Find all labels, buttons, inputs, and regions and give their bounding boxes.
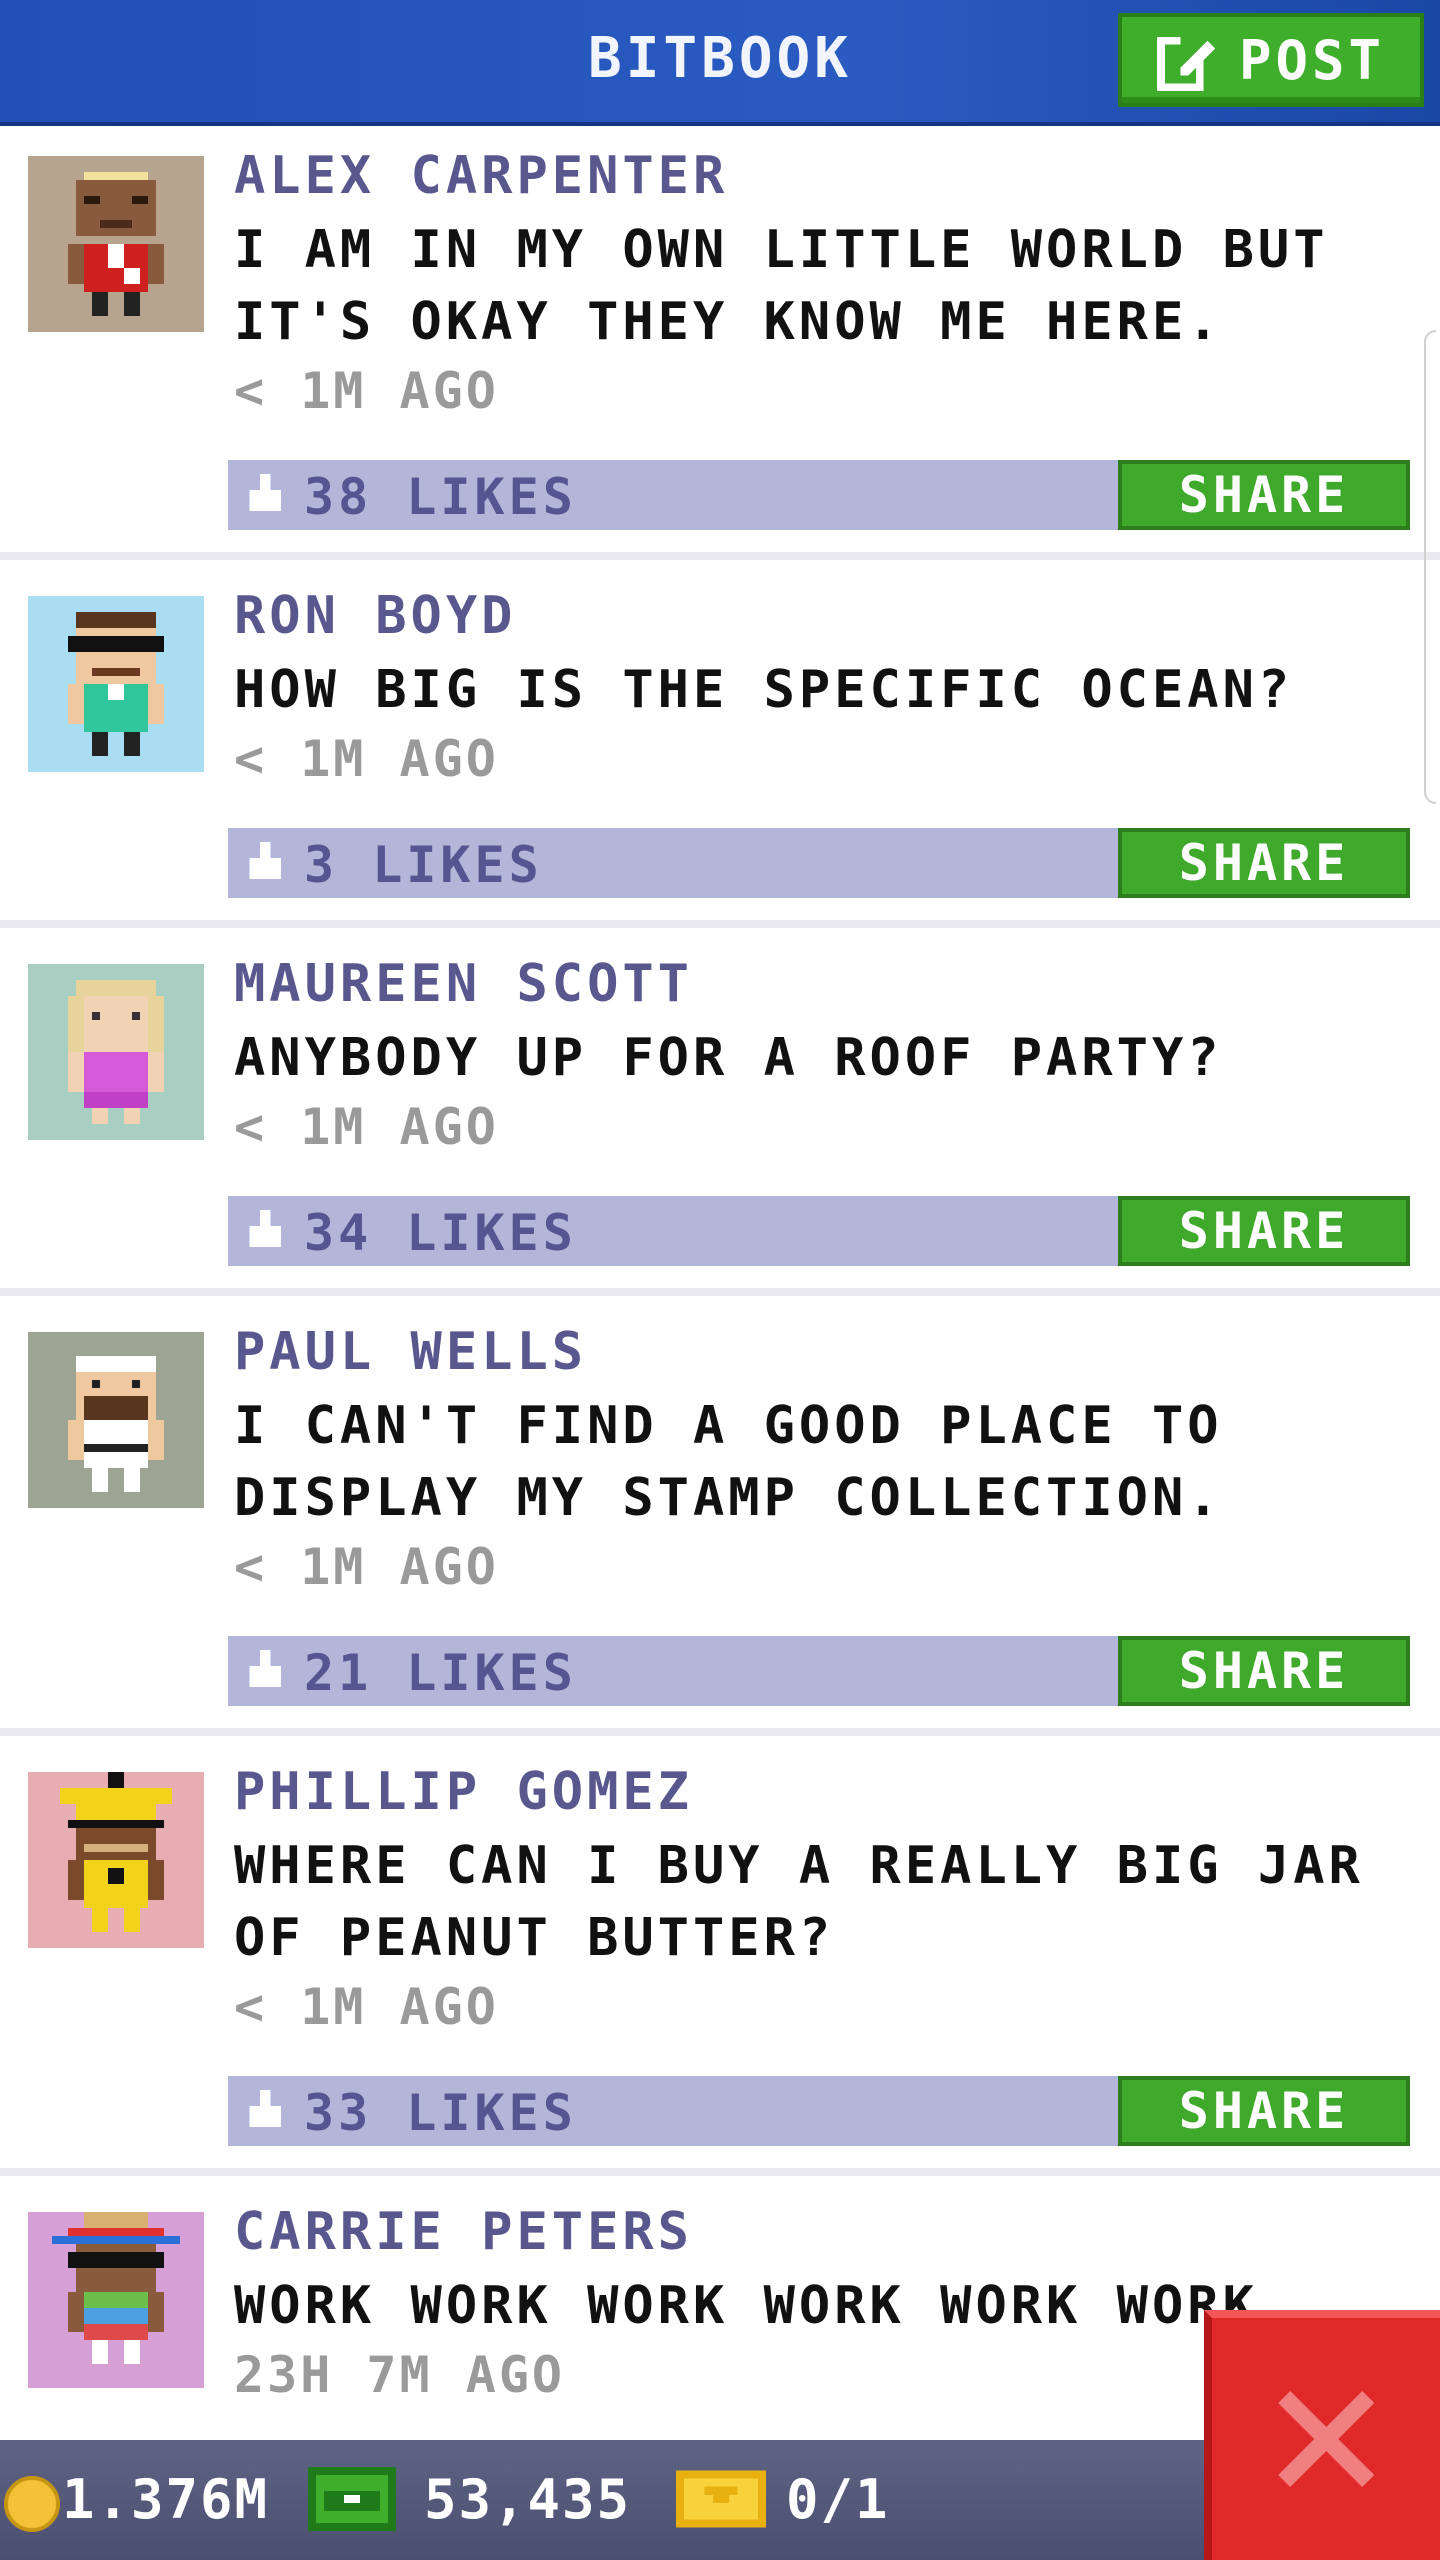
post-time: < 1M AGO (234, 362, 499, 420)
likes-count: 34 LIKES (304, 1204, 577, 1262)
likes-count: 33 LIKES (304, 2084, 577, 2142)
share-button[interactable]: SHARE (1118, 2076, 1410, 2146)
bux-count: 53,435 (424, 2468, 632, 2531)
thumbs-up-icon (249, 474, 281, 511)
share-button[interactable]: SHARE (1118, 460, 1410, 530)
coin-icon (4, 2476, 60, 2532)
likes-bar: 33 LIKES SHARE (228, 2076, 1410, 2146)
avatar[interactable] (28, 596, 204, 772)
divider (0, 1288, 1440, 1296)
post-author[interactable]: CARRIE PETERS (234, 2202, 693, 2262)
likes-bar: 34 LIKES SHARE (228, 1196, 1410, 1266)
divider (0, 920, 1440, 928)
share-button[interactable]: SHARE (1118, 828, 1410, 898)
post-author[interactable]: RON BOYD (234, 586, 516, 646)
avatar[interactable] (28, 1772, 204, 1948)
share-button[interactable]: SHARE (1118, 1636, 1410, 1706)
thumbs-up-icon (249, 2090, 281, 2127)
post-author[interactable]: ALEX CARPENTER (234, 146, 728, 206)
likes-bar: 38 LIKES SHARE (228, 460, 1410, 530)
avatar[interactable] (28, 964, 204, 1140)
scrollbar[interactable] (1424, 330, 1436, 804)
avatar[interactable] (28, 2212, 204, 2388)
thumbs-up-icon (249, 1210, 281, 1247)
post-time: < 1M AGO (234, 1098, 499, 1156)
share-button[interactable]: SHARE (1118, 1196, 1410, 1266)
avatar[interactable] (28, 1332, 204, 1508)
coins-count: 1.376M (62, 2468, 270, 2531)
bux-icon (308, 2467, 396, 2531)
divider (0, 1728, 1440, 1736)
tickets-count: 0/1 (786, 2468, 890, 2531)
divider (0, 552, 1440, 560)
post-time: < 1M AGO (234, 1538, 499, 1596)
post-author[interactable]: PHILLIP GOMEZ (234, 1762, 693, 1822)
post-message: WHERE CAN I BUY A REALLY BIG JAR OF PEAN… (234, 1836, 1364, 1968)
post-message: I AM IN MY OWN LITTLE WORLD BUT IT'S OKA… (234, 220, 1329, 352)
likes-bar: 3 LIKES SHARE (228, 828, 1410, 898)
ticket-icon (676, 2470, 766, 2528)
likes-count: 38 LIKES (304, 468, 577, 526)
divider (0, 2168, 1440, 2176)
post-time: < 1M AGO (234, 1978, 499, 2036)
thumbs-up-icon (249, 842, 281, 879)
likes-count: 3 LIKES (304, 836, 543, 894)
post-message: HOW BIG IS THE SPECIFIC OCEAN? (234, 660, 1294, 720)
post-button[interactable]: POST (1118, 13, 1424, 107)
close-button[interactable] (1204, 2310, 1440, 2560)
avatar[interactable] (28, 156, 204, 332)
post-time: < 1M AGO (234, 730, 499, 788)
post-message: ANYBODY UP FOR A ROOF PARTY? (234, 1028, 1223, 1088)
close-icon (1278, 2391, 1374, 2487)
post-button-label: POST (1238, 28, 1386, 92)
post-author[interactable]: MAUREEN SCOTT (234, 954, 693, 1014)
post-author[interactable]: PAUL WELLS (234, 1322, 587, 1382)
likes-count: 21 LIKES (304, 1644, 577, 1702)
post-time: 23H 7M AGO (234, 2346, 566, 2404)
edit-icon (1156, 32, 1216, 91)
thumbs-up-icon (249, 1650, 281, 1687)
likes-bar: 21 LIKES SHARE (228, 1636, 1410, 1706)
header: BITBOOK POST (0, 0, 1440, 126)
post-message: I CAN'T FIND A GOOD PLACE TO DISPLAY MY … (234, 1396, 1223, 1528)
